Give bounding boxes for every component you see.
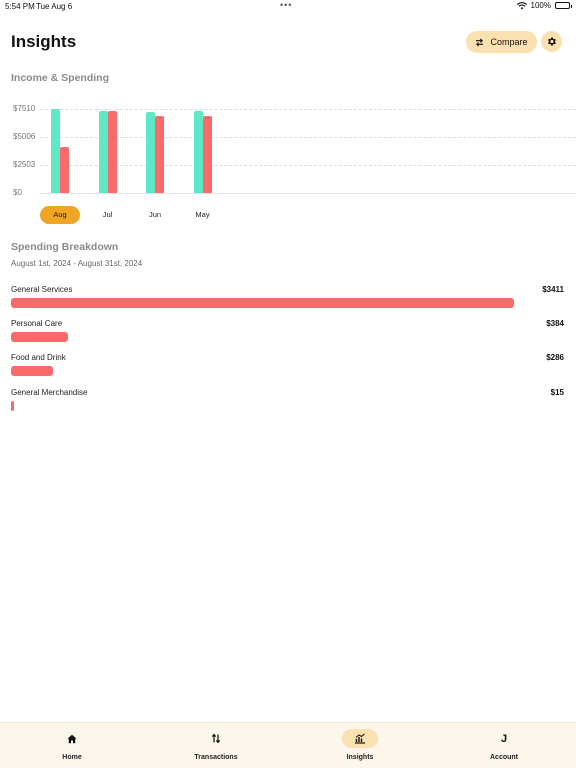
avatar: J: [500, 732, 508, 745]
wifi-icon: [516, 1, 527, 9]
category-amount: $384: [546, 319, 564, 328]
tab-insights[interactable]: Insights: [288, 723, 432, 768]
category-bar: [11, 298, 514, 308]
status-date: Tue Aug 6: [36, 2, 73, 11]
battery-icon: [555, 2, 572, 9]
month-selector-jul[interactable]: Jul: [88, 206, 128, 224]
tab-label: Account: [490, 754, 518, 761]
transfer-arrows-icon: [211, 733, 221, 744]
multitasking-dots-icon[interactable]: •••: [280, 0, 292, 10]
income-bar-jul: [98, 111, 108, 193]
category-bar: [11, 401, 14, 411]
chart-baseline: [40, 193, 576, 194]
status-bar: 5:54 PM Tue Aug 6 ••• 100%: [0, 0, 576, 13]
month-selector-aug[interactable]: Aug: [40, 206, 80, 224]
category-amount: $15: [550, 388, 564, 397]
category-bar: [11, 332, 68, 342]
insights-icon: [355, 733, 365, 744]
spending-breakdown-title: Spending Breakdown: [11, 241, 119, 253]
spending-bar-aug: [60, 147, 69, 193]
month-selector-jun[interactable]: Jun: [135, 206, 175, 224]
tab-bar: Home Transactions Insights J Account: [0, 722, 576, 768]
chart-gridline: [40, 137, 576, 138]
income-bar-aug: [51, 109, 60, 193]
category-name: General Merchandise: [11, 388, 88, 397]
status-time: 5:54 PM: [5, 2, 35, 11]
category-name: Food and Drink: [11, 353, 66, 362]
spending-bar-jun: [155, 116, 164, 193]
tab-label: Transactions: [194, 754, 238, 761]
settings-button[interactable]: [541, 31, 562, 52]
home-icon: [67, 734, 77, 743]
tab-transactions[interactable]: Transactions: [144, 723, 288, 768]
gear-icon: [548, 37, 556, 46]
y-tick-label: $0: [13, 188, 22, 197]
y-tick-label: $7510: [13, 104, 36, 113]
chart-gridline: [40, 109, 576, 110]
tab-account[interactable]: J Account: [432, 723, 576, 768]
category-amount: $286: [546, 353, 564, 362]
page-title: Insights: [11, 32, 77, 51]
breakdown-date-range: August 1st, 2024 - August 31st, 2024: [11, 259, 143, 268]
category-row-general-services[interactable]: General Services $3411: [11, 285, 564, 315]
income-spending-chart: $0 $2503 $5006 $7510 Aug Jul Jun May: [0, 95, 576, 225]
category-name: Personal Care: [11, 319, 63, 328]
spending-bar-jul: [107, 111, 117, 193]
swap-arrows-icon: [476, 38, 484, 46]
compare-button[interactable]: Compare: [466, 31, 537, 53]
income-spending-title: Income & Spending: [11, 72, 110, 84]
spending-bar-may: [202, 115, 212, 193]
income-bar-jun: [146, 111, 155, 193]
tab-label: Insights: [346, 754, 374, 761]
month-selector-may[interactable]: May: [183, 206, 223, 224]
category-row-food-and-drink[interactable]: Food and Drink $286: [11, 353, 564, 383]
category-row-personal-care[interactable]: Personal Care $384: [11, 319, 564, 349]
tab-home[interactable]: Home: [0, 723, 144, 768]
category-name: General Services: [11, 285, 73, 294]
battery-percent: 100%: [530, 1, 551, 10]
compare-label: Compare: [490, 37, 528, 47]
category-bar: [11, 366, 54, 376]
income-bar-may: [193, 111, 203, 193]
y-tick-label: $5006: [13, 132, 36, 141]
category-amount: $3411: [542, 285, 564, 294]
chart-gridline: [40, 165, 576, 166]
category-row-general-merchandise[interactable]: General Merchandise $15: [11, 388, 564, 418]
tab-label: Home: [62, 754, 82, 761]
y-tick-label: $2503: [13, 160, 36, 169]
